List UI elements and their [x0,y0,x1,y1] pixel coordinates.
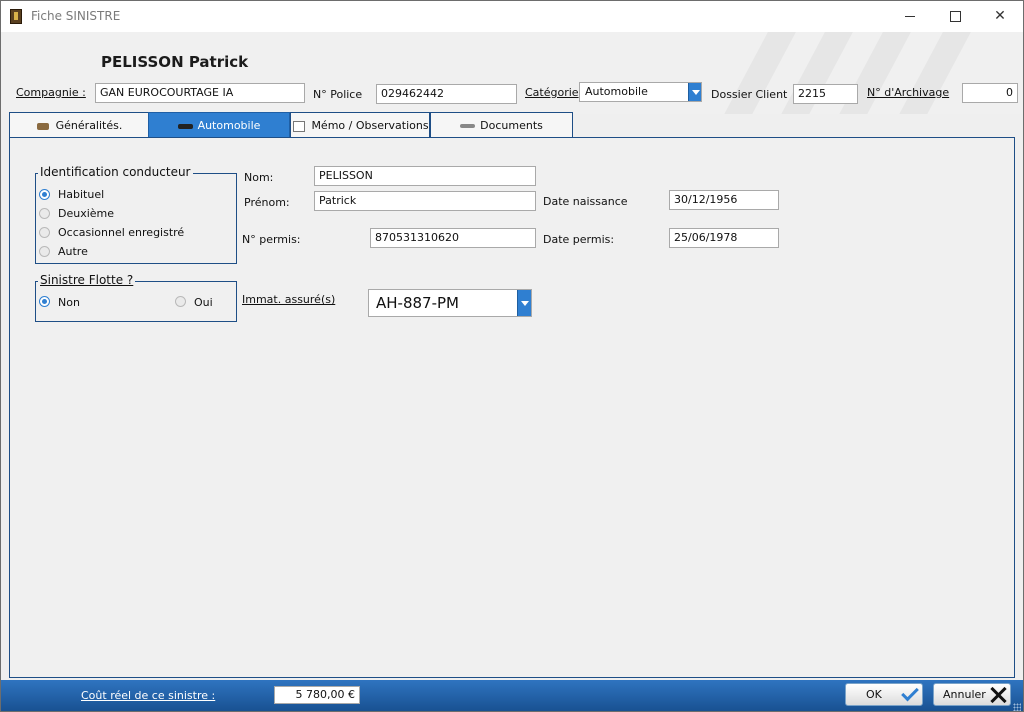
categorie-value: Automobile [585,85,648,98]
tab-generalites-label: Généralités. [55,119,123,132]
chevron-down-icon[interactable] [688,83,701,101]
compagnie-label: Compagnie : [16,86,86,99]
date-naissance-field[interactable]: 30/12/1956 [669,190,779,210]
identification-title: Identification conducteur [38,165,193,179]
radio-deuxieme-label: Deuxième [58,207,115,220]
radio-deuxieme[interactable] [39,208,50,219]
car-accident-icon [36,121,52,132]
check-icon [901,683,919,702]
title-bar: Fiche SINISTRE ✕ [1,1,1023,32]
radio-autre-label: Autre [58,245,88,258]
close-icon [990,687,1006,703]
dossier-label: Dossier Client [711,88,788,101]
cost-label: Coût réel de ce sinistre : [81,689,216,702]
nom-label: Nom: [244,171,274,184]
date-permis-field[interactable]: 25/06/1978 [669,228,779,248]
radio-habituel[interactable] [39,189,50,200]
close-window-button[interactable]: ✕ [977,1,1023,32]
tab-automobile-label: Automobile [197,119,261,132]
prenom-field[interactable]: Patrick [314,191,536,211]
tab-automobile[interactable]: Automobile [148,112,290,138]
radio-habituel-label: Habituel [58,188,105,201]
radio-autre[interactable] [39,246,50,257]
dossier-field[interactable]: 2215 [793,84,858,104]
prenom-label: Prénom: [244,196,290,209]
scanner-icon [460,121,476,132]
cancel-label: Annuler [943,688,986,701]
resize-grip[interactable] [1013,703,1021,711]
date-permis-label: Date permis: [543,233,615,246]
radio-occasionnel[interactable] [39,227,50,238]
cost-field[interactable]: 5 780,00 € [274,686,360,704]
client-name: PELISSON Patrick [101,53,249,71]
categorie-select[interactable]: Automobile [579,82,702,102]
minimize-button[interactable] [887,1,933,32]
car-icon [177,121,194,132]
immat-select[interactable]: AH-887-PM [368,289,532,317]
police-field[interactable]: 029462442 [376,84,517,104]
permis-label: N° permis: [242,233,301,246]
ok-label: OK [866,688,882,701]
radio-oui-label: Oui [194,296,213,309]
tab-memo-label: Mémo / Observations [311,119,429,132]
tab-documents[interactable]: Documents numérisés [430,112,573,158]
chevron-down-icon[interactable] [517,290,531,316]
compagnie-field[interactable]: GAN EUROCOURTAGE IA [95,83,305,103]
date-naissance-label: Date naissance [543,195,628,208]
police-label: N° Police [313,88,363,101]
window-title: Fiche SINISTRE [31,9,121,23]
radio-non[interactable] [39,296,50,307]
categorie-label: Catégorie [525,86,579,99]
archivage-label: N° d'Archivage [867,86,950,99]
fiche-sinistre-window: Fiche SINISTRE ✕ PELISSON Patrick Compag… [0,0,1024,712]
radio-occasionnel-label: Occasionnel enregistré [58,226,185,239]
radio-non-label: Non [58,296,80,309]
maximize-button[interactable] [932,1,978,32]
nom-field[interactable]: PELISSON [314,166,536,186]
immat-value: AH-887-PM [376,294,459,312]
flotte-title: Sinistre Flotte ? [38,273,136,287]
footer-bar: Coût réel de ce sinistre : 5 780,00 € OK… [1,680,1023,711]
permis-field[interactable]: 870531310620 [370,228,536,248]
tab-memo[interactable]: Mémo / Observations [290,112,430,138]
radio-oui[interactable] [175,296,186,307]
ok-button[interactable]: OK [845,683,923,706]
notepad-icon [291,120,307,132]
app-icon [10,9,22,24]
cancel-button[interactable]: Annuler [933,683,1011,706]
immat-label: Immat. assuré(s) [242,293,336,306]
automobile-panel: Identification conducteur Habituel Deuxi… [9,137,1015,678]
archivage-field[interactable]: 0 [962,83,1018,103]
tab-generalites[interactable]: Généralités. [9,112,149,138]
